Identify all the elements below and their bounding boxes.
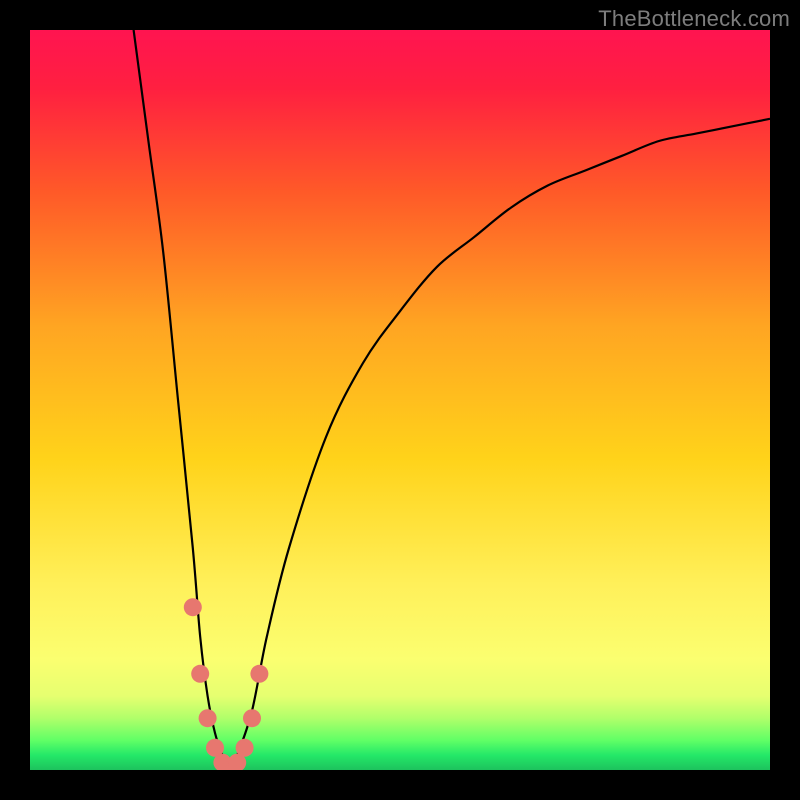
marker-point [191, 665, 209, 683]
chart-frame: TheBottleneck.com [0, 0, 800, 800]
marker-point [199, 709, 217, 727]
marker-point [243, 709, 261, 727]
marker-point [236, 739, 254, 757]
plot-area [30, 30, 770, 770]
marker-point [184, 598, 202, 616]
watermark-text: TheBottleneck.com [598, 6, 790, 32]
bottleneck-chart [30, 30, 770, 770]
marker-point [250, 665, 268, 683]
